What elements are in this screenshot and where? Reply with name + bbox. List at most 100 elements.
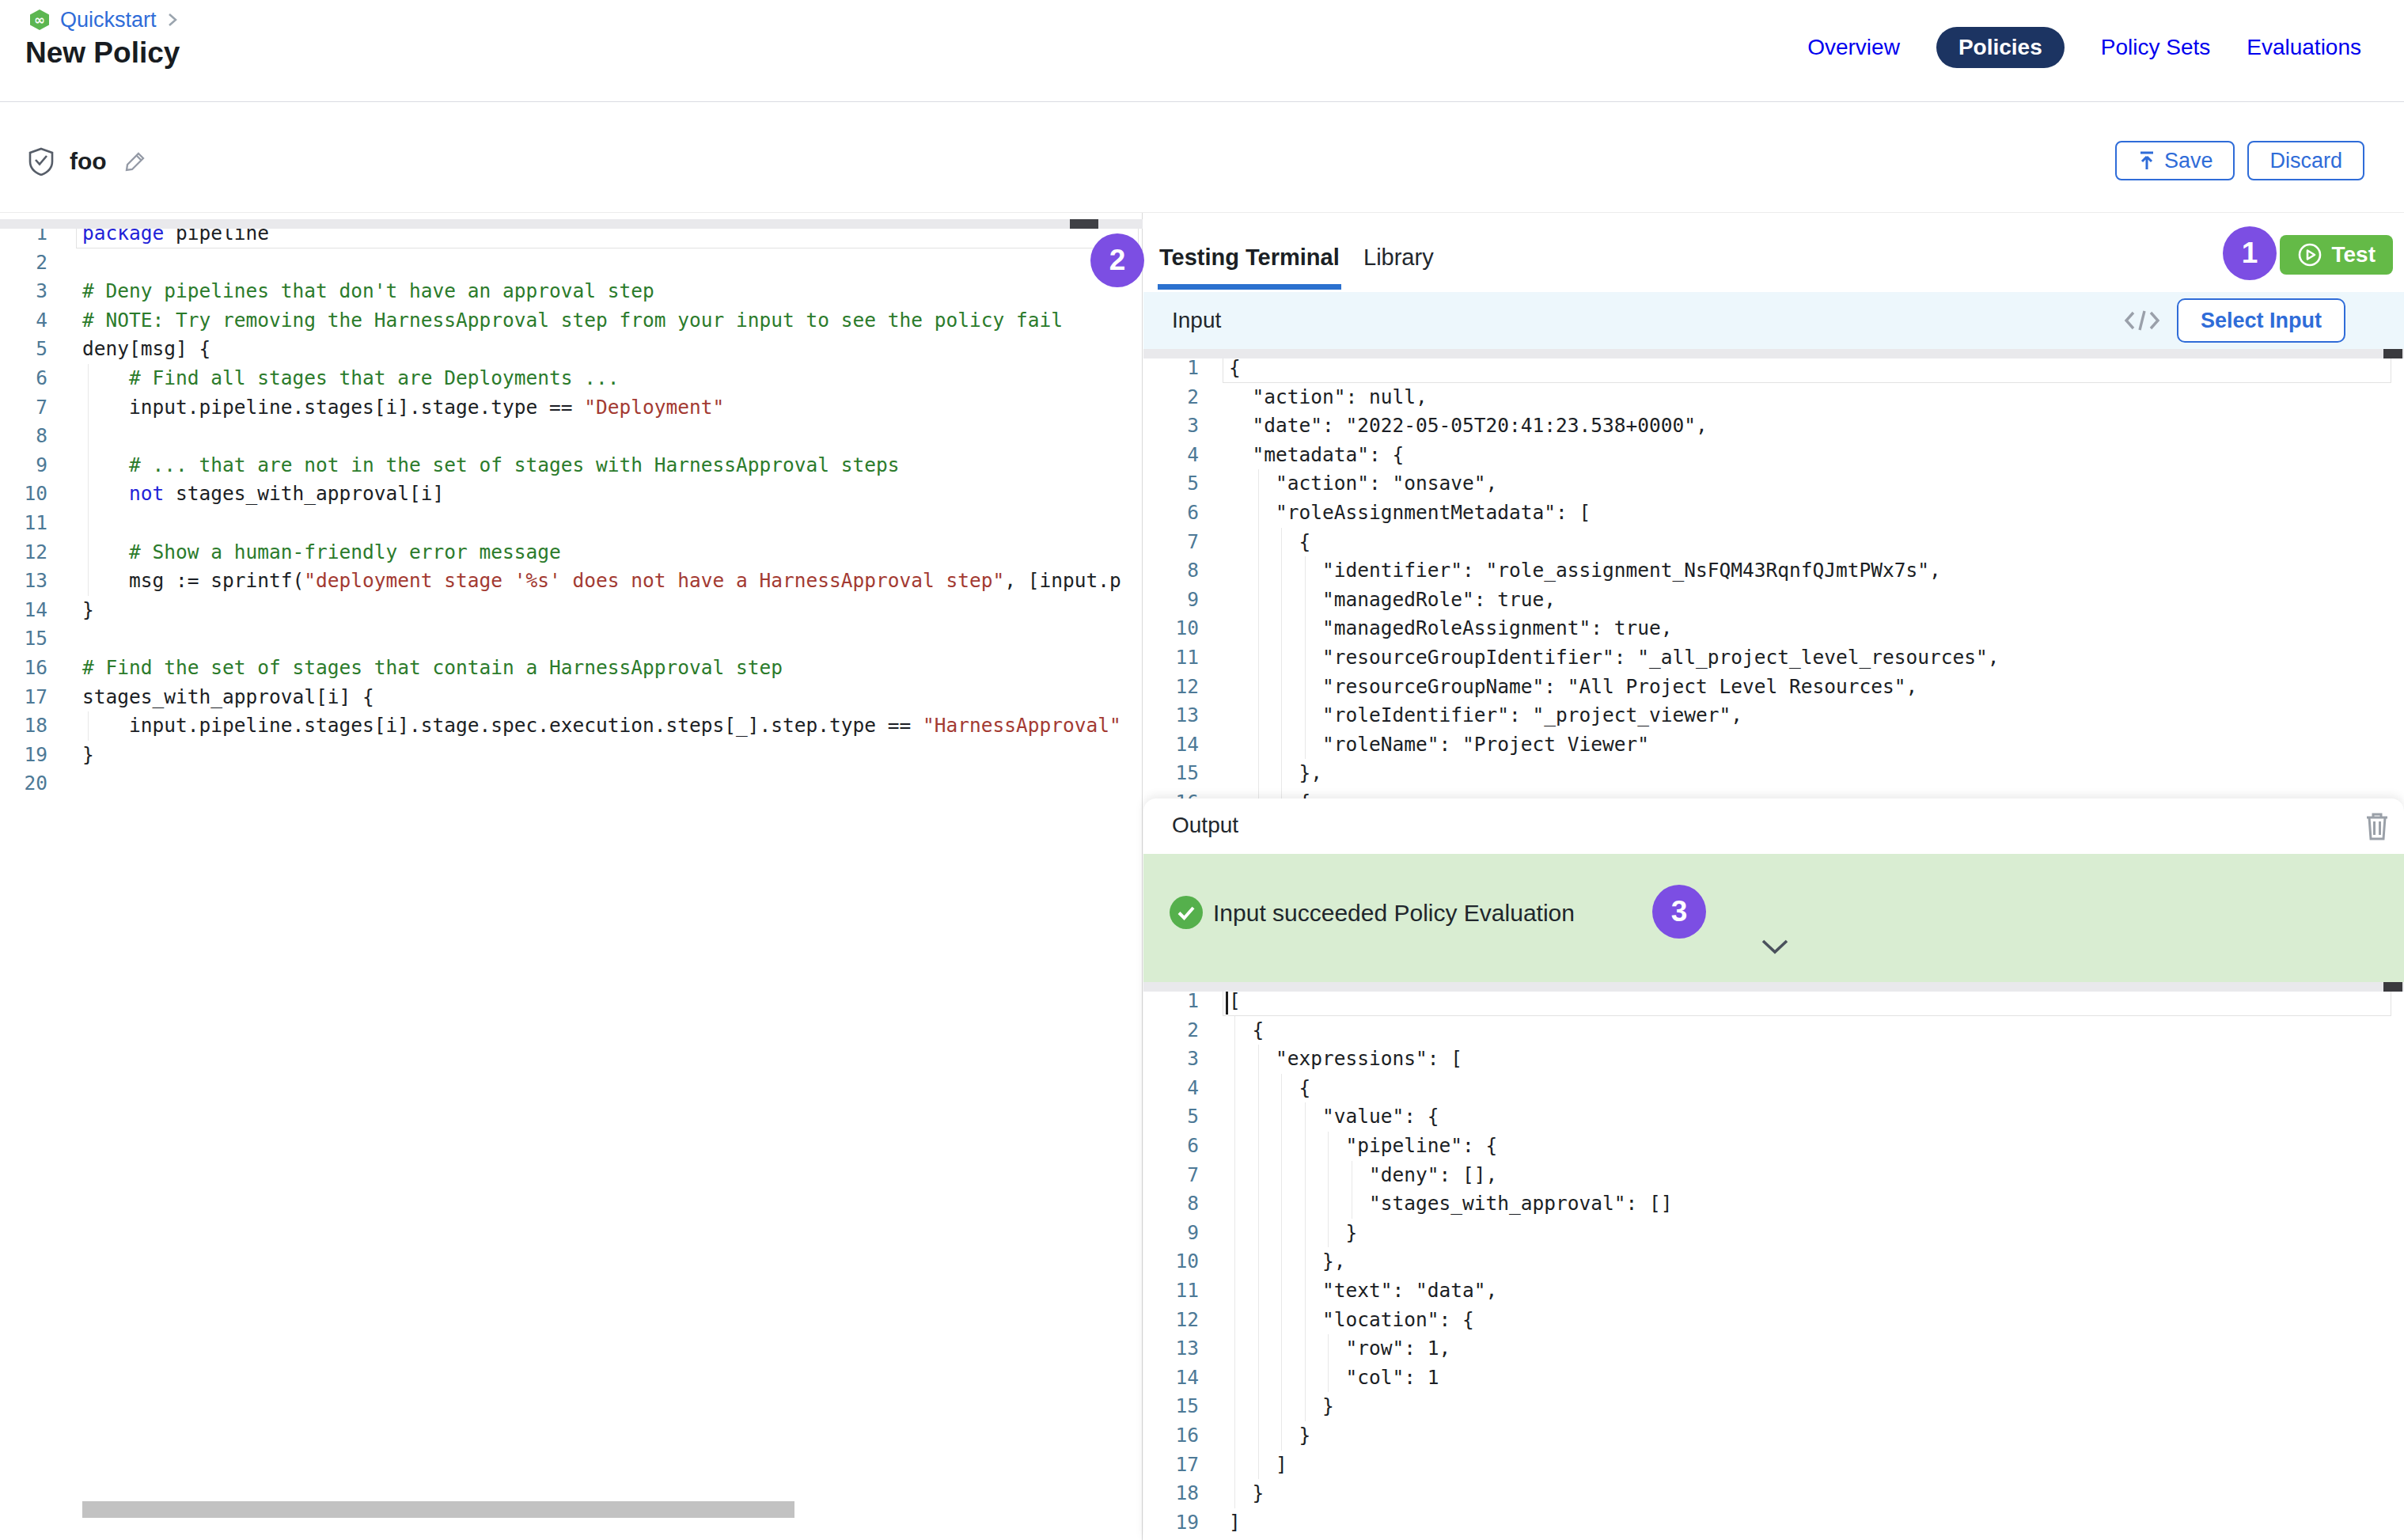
code-line[interactable]: 5deny[msg] { (0, 335, 1142, 364)
edit-pencil-icon[interactable] (123, 149, 148, 174)
upload-arrow-icon (2137, 150, 2156, 171)
page-title: New Policy (25, 36, 180, 70)
code-line[interactable]: 2 (0, 248, 1142, 278)
code-line[interactable]: 6 "roleAssignmentMetadata": [ (1143, 499, 2404, 528)
code-line[interactable]: 5 "value": { (1143, 1102, 2404, 1132)
code-line[interactable]: 4 "metadata": { (1143, 441, 2404, 470)
output-title: Output (1172, 813, 1238, 838)
code-line[interactable]: 13 msg := sprintf("deployment stage '%s'… (0, 567, 1142, 596)
code-line[interactable]: 4# NOTE: Try removing the HarnessApprova… (0, 306, 1142, 336)
code-line[interactable]: 9 "managedRole": true, (1143, 586, 2404, 615)
code-line[interactable]: 12 # Show a human-friendly error message (0, 538, 1142, 567)
play-icon (2297, 242, 2322, 267)
code-line[interactable]: 12 "resourceGroupName": "All Project Lev… (1143, 673, 2404, 702)
evaluation-status-banner: Input succeeded Policy Evaluation (1143, 854, 2404, 982)
chevron-down-icon[interactable] (1760, 938, 1790, 955)
code-line[interactable]: 12 "location": { (1143, 1306, 2404, 1335)
trash-icon[interactable] (2364, 811, 2390, 841)
code-line[interactable]: 17stages_with_approval[i] { (0, 683, 1142, 712)
code-line[interactable]: 2 "action": null, (1143, 383, 2404, 412)
code-icon[interactable] (2124, 305, 2160, 336)
nav-overview[interactable]: Overview (1807, 35, 1900, 60)
select-input-label: Select Input (2201, 309, 2322, 333)
editor-scroll-thumb[interactable] (1070, 219, 1098, 229)
select-input-button[interactable]: Select Input (2177, 298, 2345, 343)
annotation-badge-1: 1 (2223, 226, 2277, 280)
policy-code-editor[interactable]: 1package pipeline23# Deny pipelines that… (0, 213, 1143, 1540)
code-line[interactable]: 4 { (1143, 1074, 2404, 1103)
code-line[interactable]: 10 }, (1143, 1247, 2404, 1276)
save-label: Save (2164, 149, 2213, 173)
code-line[interactable]: 3# Deny pipelines that don't have an app… (0, 277, 1142, 306)
output-editor[interactable]: 1[2 {3 "expressions": [4 {5 "value": {6 … (1143, 982, 2404, 1540)
code-line[interactable]: 17 ] (1143, 1451, 2404, 1480)
code-line[interactable]: 9 # ... that are not in the set of stage… (0, 451, 1142, 480)
input-title: Input (1172, 308, 1221, 333)
code-line[interactable]: 14} (0, 596, 1142, 625)
code-line[interactable]: 6 # Find all stages that are Deployments… (0, 364, 1142, 393)
nav-evaluations[interactable]: Evaluations (2247, 35, 2361, 60)
save-button[interactable]: Save (2115, 141, 2235, 180)
code-line[interactable]: 5 "action": "onsave", (1143, 469, 2404, 499)
project-logo-icon: ∞ (28, 9, 51, 31)
code-line[interactable]: 2 { (1143, 1016, 2404, 1045)
code-line[interactable]: 7 { (1143, 528, 2404, 557)
input-section-header: Input Select Input (1143, 292, 2404, 349)
input-scroll-thumb[interactable] (2383, 349, 2402, 358)
testing-panel: Testing Terminal Library Test Input Sele… (1143, 213, 2404, 1540)
code-line[interactable]: 15 } (1143, 1392, 2404, 1421)
code-line[interactable]: 7 input.pipeline.stages[i].stage.type ==… (0, 393, 1142, 423)
code-line[interactable]: 19} (0, 741, 1142, 770)
code-line[interactable]: 18 input.pipeline.stages[i].stage.spec.e… (0, 711, 1142, 741)
code-line[interactable]: 19] (1143, 1508, 2404, 1538)
code-line[interactable]: 13 "roleIdentifier": "_project_viewer", (1143, 701, 2404, 730)
code-line[interactable]: 14 "col": 1 (1143, 1364, 2404, 1393)
top-nav: Overview Policies Policy Sets Evaluation… (1807, 27, 2361, 68)
code-line[interactable]: 16 { (1143, 788, 2404, 798)
code-line[interactable]: 11 "text": "data", (1143, 1276, 2404, 1306)
input-scroll-track (1143, 349, 2404, 358)
test-label: Test (2332, 242, 2376, 267)
code-line[interactable]: 9 } (1143, 1219, 2404, 1248)
editor-scroll-track[interactable] (0, 219, 1143, 229)
svg-text:∞: ∞ (34, 12, 45, 28)
code-line[interactable]: 10 "managedRoleAssignment": true, (1143, 614, 2404, 643)
code-line[interactable]: 15 (0, 624, 1142, 654)
main-content: 1package pipeline23# Deny pipelines that… (0, 212, 2404, 1540)
breadcrumb-link[interactable]: Quickstart (60, 8, 157, 32)
success-check-icon (1169, 895, 1204, 930)
code-line[interactable]: 3 "date": "2022-05-05T20:41:23.538+0000"… (1143, 412, 2404, 441)
code-line[interactable]: 11 "resourceGroupIdentifier": "_all_proj… (1143, 643, 2404, 673)
output-section-header: Output (1143, 798, 2404, 854)
horizontal-scrollbar[interactable] (82, 1501, 794, 1518)
active-tab-underline (1158, 284, 1341, 290)
tab-testing-terminal[interactable]: Testing Terminal (1159, 245, 1340, 271)
output-scroll-thumb[interactable] (2383, 982, 2402, 992)
chevron-right-icon (166, 10, 179, 29)
code-line[interactable]: 18 } (1143, 1479, 2404, 1508)
annotation-badge-2: 2 (1090, 233, 1144, 287)
code-line[interactable]: 10 not stages_with_approval[i] (0, 480, 1142, 509)
output-card: Output Input succeeded Policy Evaluation… (1143, 798, 2404, 1540)
code-line[interactable]: 15 }, (1143, 759, 2404, 788)
code-line[interactable]: 3 "expressions": [ (1143, 1045, 2404, 1074)
nav-policies[interactable]: Policies (1936, 27, 2065, 68)
discard-button[interactable]: Discard (2247, 141, 2364, 180)
discard-label: Discard (2269, 149, 2342, 173)
code-line[interactable]: 8 "stages_with_approval": [] (1143, 1189, 2404, 1219)
nav-policy-sets[interactable]: Policy Sets (2101, 35, 2211, 60)
code-line[interactable]: 13 "row": 1, (1143, 1334, 2404, 1364)
code-line[interactable]: 16 } (1143, 1421, 2404, 1451)
code-line[interactable]: 20 (0, 769, 1142, 798)
code-line[interactable]: 6 "pipeline": { (1143, 1132, 2404, 1161)
input-editor[interactable]: 1{2 "action": null,3 "date": "2022-05-05… (1143, 349, 2404, 798)
test-button[interactable]: Test (2280, 235, 2394, 275)
code-line[interactable]: 11 (0, 509, 1142, 538)
code-line[interactable]: 7 "deny": [], (1143, 1161, 2404, 1190)
code-line[interactable]: 16# Find the set of stages that contain … (0, 654, 1142, 683)
policy-shield-icon (28, 147, 54, 176)
code-line[interactable]: 8 "identifier": "role_assignment_NsFQM43… (1143, 556, 2404, 586)
code-line[interactable]: 8 (0, 422, 1142, 451)
code-line[interactable]: 14 "roleName": "Project Viewer" (1143, 730, 2404, 760)
tab-library[interactable]: Library (1363, 245, 1434, 271)
